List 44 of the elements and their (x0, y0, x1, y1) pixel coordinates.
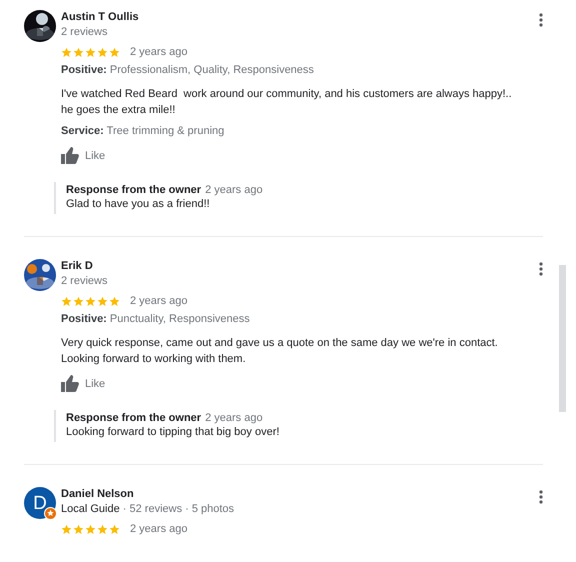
response-time: 2 years ago (205, 184, 263, 196)
positive-attributes: Positive: Professionalism, Quality, Responsiveness (61, 63, 315, 78)
reviewer-name[interactable]: Erik D (61, 259, 523, 273)
thumbs-up-icon (61, 147, 79, 164)
more-options-icon[interactable] (539, 13, 543, 27)
star-icon (73, 296, 84, 306)
review-time: 2 years ago (130, 295, 188, 307)
review-time: 2 years ago (130, 46, 188, 58)
star-icon (85, 524, 96, 534)
service-info: Service: Tree trimming & pruning (61, 124, 226, 139)
star-icon (85, 46, 96, 58)
star-icon (109, 46, 120, 58)
reviewer-name[interactable]: Austin T Oullis (61, 10, 523, 24)
response-label: Response from the owner (66, 412, 202, 424)
star-icon (97, 524, 108, 534)
response-label: Response from the owner (66, 184, 202, 196)
review-time: 2 years ago (130, 523, 188, 535)
star-icon (97, 296, 108, 306)
more-options-icon[interactable] (539, 490, 543, 504)
response-time: 2 years ago (205, 412, 263, 424)
star-icon (97, 46, 108, 58)
response-text: Looking forward to tipping that big boy over! (66, 425, 280, 440)
scrollbar[interactable] (559, 265, 566, 412)
thumbs-up-icon (61, 375, 79, 392)
review-text: Very quick response, came out and gave us a quote on the same day we we're in contact. Looking forward to working with them. (61, 336, 499, 367)
more-options-icon[interactable] (539, 262, 543, 276)
reviewer-meta: 2 reviews (61, 25, 108, 40)
star-icon (61, 46, 72, 58)
like-button[interactable]: Like (61, 147, 106, 164)
star-icon (109, 296, 120, 306)
star-icon (73, 46, 84, 58)
avatar-letter: D (33, 494, 47, 512)
star-icon (61, 296, 72, 306)
star-icon (61, 524, 72, 534)
reviewer-meta: 2 reviews (61, 274, 108, 289)
positive-attributes: Positive: Punctuality, Responsiveness (61, 312, 251, 327)
star-icon (109, 524, 120, 534)
reviewer-meta: Local Guide · 52 reviews · 5 photos (61, 502, 236, 517)
star-icon (73, 524, 84, 534)
response-text: Glad to have you as a friend!! (66, 197, 211, 212)
like-button[interactable]: Like (61, 375, 106, 392)
reviewer-name[interactable]: Daniel Nelson (61, 487, 523, 501)
star-icon (85, 296, 96, 306)
review-text: I've watched Red Beard work around our community, and his customers are always happy!.. he goes the extra mile!! (61, 87, 513, 118)
